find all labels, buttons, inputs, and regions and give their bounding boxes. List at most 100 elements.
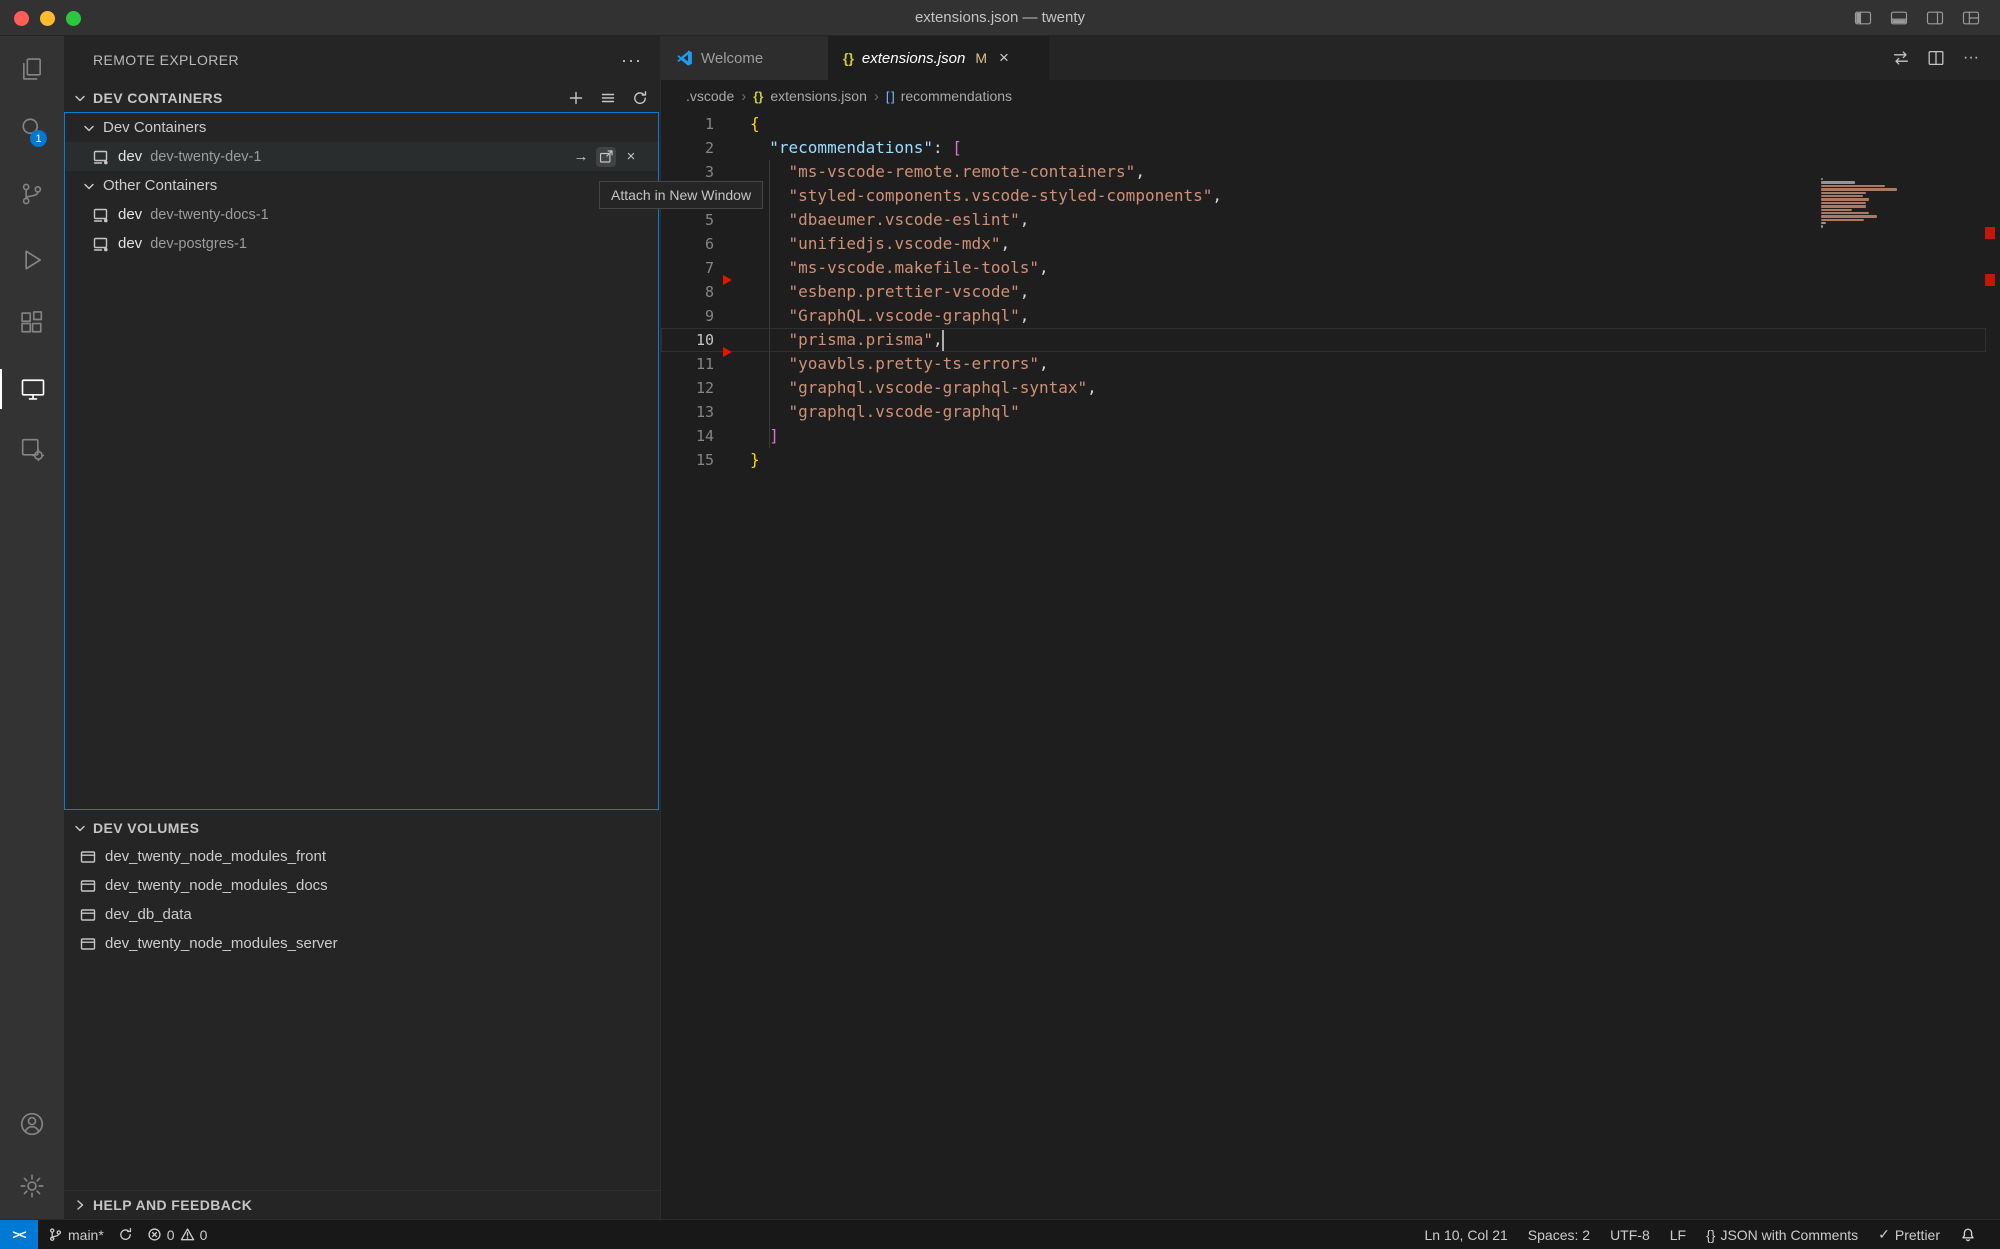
line-number[interactable]: 9: [661, 307, 714, 325]
code-line-6[interactable]: 6 "unifiedjs.vscode-mdx",: [661, 232, 2000, 256]
tab-welcome[interactable]: Welcome: [661, 36, 829, 80]
line-number[interactable]: 13: [661, 403, 714, 421]
more-actions-icon[interactable]: ···: [1960, 47, 1982, 69]
breadcrumb-folder[interactable]: .vscode: [686, 88, 734, 104]
breadcrumb-file[interactable]: extensions.json: [770, 88, 867, 104]
close-tab-icon[interactable]: ×: [999, 48, 1009, 68]
zoom-window-button[interactable]: [66, 11, 81, 26]
branch-icon: [48, 1227, 63, 1242]
code-text: "unifiedjs.vscode-mdx",: [750, 232, 1010, 256]
code-line-1[interactable]: 1{: [661, 112, 2000, 136]
remote-indicator[interactable]: ><: [0, 1220, 38, 1249]
volume-row[interactable]: dev_twenty_node_modules_front: [64, 842, 660, 871]
array-symbol-icon: [ ]: [886, 89, 894, 104]
minimize-window-button[interactable]: [40, 11, 55, 26]
text-cursor: [942, 330, 944, 351]
toggle-sidebar-left-icon[interactable]: [1852, 7, 1874, 29]
line-number[interactable]: 5: [661, 211, 714, 229]
encoding-status[interactable]: UTF-8: [1610, 1227, 1650, 1243]
code-text: }: [750, 448, 760, 472]
stop-container-icon[interactable]: ×: [621, 147, 641, 167]
close-window-button[interactable]: [14, 11, 29, 26]
split-editor-icon[interactable]: [1925, 47, 1947, 69]
container-row-dev-postgres-1[interactable]: dev dev-postgres-1: [65, 229, 658, 258]
tree-group-other-containers[interactable]: Other Containers: [65, 171, 658, 200]
line-number[interactable]: 6: [661, 235, 714, 253]
remote-explorer-sidebar: REMOTE EXPLORER ··· DEV CONTAINERS Dev C…: [64, 36, 661, 1219]
container-row-dev-twenty-dev-1[interactable]: dev dev-twenty-dev-1 → ×: [65, 142, 658, 171]
code-line-15[interactable]: 15}: [661, 448, 2000, 472]
code-line-4[interactable]: 4 "styled-components.vscode-styled-compo…: [661, 184, 2000, 208]
volume-row[interactable]: dev_twenty_node_modules_server: [64, 929, 660, 958]
attach-new-window-icon[interactable]: [596, 147, 616, 167]
open-changes-icon[interactable]: [1890, 47, 1912, 69]
warning-icon: [180, 1227, 195, 1242]
code-text: "dbaeumer.vscode-eslint",: [750, 208, 1029, 232]
source-control-icon[interactable]: [0, 174, 64, 214]
line-number[interactable]: 15: [661, 451, 714, 469]
code-line-14[interactable]: 14 ]: [661, 424, 2000, 448]
git-branch-status[interactable]: main*: [48, 1227, 104, 1243]
code-line-11[interactable]: 11 "yoavbls.pretty-ts-errors",: [661, 352, 2000, 376]
filter-list-icon[interactable]: [598, 88, 618, 108]
line-number[interactable]: 7: [661, 259, 714, 277]
container-icon: [92, 235, 110, 253]
run-debug-icon[interactable]: [0, 240, 64, 280]
cursor-position-status[interactable]: Ln 10, Col 21: [1425, 1227, 1508, 1243]
chevron-down-icon: [81, 178, 97, 194]
code-editor[interactable]: 1{2 "recommendations": [3 "ms-vscode-rem…: [661, 112, 2000, 1219]
tree-group-dev-containers[interactable]: Dev Containers: [65, 113, 658, 142]
line-number[interactable]: 12: [661, 379, 714, 397]
volume-icon: [79, 848, 97, 866]
line-number[interactable]: 1: [661, 115, 714, 133]
line-number[interactable]: 10: [661, 331, 714, 349]
refresh-icon[interactable]: [630, 88, 650, 108]
help-feedback-section-header[interactable]: HELP AND FEEDBACK: [64, 1190, 660, 1219]
line-number[interactable]: 14: [661, 427, 714, 445]
code-text: "styled-components.vscode-styled-compone…: [750, 184, 1222, 208]
code-line-2[interactable]: 2 "recommendations": [: [661, 136, 2000, 160]
attach-container-icon[interactable]: →: [571, 147, 591, 167]
code-line-12[interactable]: 12 "graphql.vscode-graphql-syntax",: [661, 376, 2000, 400]
line-number[interactable]: 3: [661, 163, 714, 181]
code-line-10[interactable]: 10 "prisma.prisma",: [661, 328, 2000, 352]
code-line-3[interactable]: 3 "ms-vscode-remote.remote-containers",: [661, 160, 2000, 184]
code-line-5[interactable]: 5 "dbaeumer.vscode-eslint",: [661, 208, 2000, 232]
json-icon: {}: [843, 50, 854, 66]
toggle-panel-icon[interactable]: [1888, 7, 1910, 29]
add-container-icon[interactable]: [566, 88, 586, 108]
remote-explorer-icon[interactable]: [0, 369, 64, 409]
customize-layout-icon[interactable]: [1960, 7, 1982, 29]
volume-row[interactable]: dev_twenty_node_modules_docs: [64, 871, 660, 900]
gutter-marker-icon: [723, 275, 732, 285]
activity-bar: 1: [0, 36, 64, 1219]
notifications-bell-icon[interactable]: [1960, 1227, 1976, 1243]
toggle-sidebar-right-icon[interactable]: [1924, 7, 1946, 29]
extensions-icon[interactable]: [0, 303, 64, 343]
code-line-13[interactable]: 13 "graphql.vscode-graphql": [661, 400, 2000, 424]
breadcrumb-symbol[interactable]: recommendations: [901, 88, 1012, 104]
formatter-status[interactable]: ✓ Prettier: [1878, 1226, 1940, 1243]
containers-icon[interactable]: [0, 429, 64, 469]
line-number[interactable]: 2: [661, 139, 714, 157]
language-mode-status[interactable]: {} JSON with Comments: [1706, 1227, 1858, 1243]
sidebar-more-actions-icon[interactable]: ···: [621, 50, 642, 71]
sync-changes-icon[interactable]: [118, 1227, 133, 1242]
eol-status[interactable]: LF: [1670, 1227, 1686, 1243]
tab-extensions-json[interactable]: {} extensions.json M ×: [829, 36, 1049, 80]
explorer-icon[interactable]: [0, 49, 64, 89]
indentation-status[interactable]: Spaces: 2: [1528, 1227, 1590, 1243]
code-line-7[interactable]: 7 "ms-vscode.makefile-tools",: [661, 256, 2000, 280]
settings-gear-icon[interactable]: [0, 1166, 64, 1206]
line-number[interactable]: 8: [661, 283, 714, 301]
code-line-9[interactable]: 9 "GraphQL.vscode-graphql",: [661, 304, 2000, 328]
volume-icon: [79, 877, 97, 895]
dev-volumes-section-header[interactable]: DEV VOLUMES: [64, 813, 660, 842]
dev-containers-section-header[interactable]: DEV CONTAINERS: [64, 83, 660, 112]
problems-status[interactable]: 0 0: [147, 1227, 208, 1243]
container-row-dev-twenty-docs-1[interactable]: dev dev-twenty-docs-1: [65, 200, 658, 229]
accounts-icon[interactable]: [0, 1104, 64, 1144]
line-number[interactable]: 11: [661, 355, 714, 373]
code-line-8[interactable]: 8 "esbenp.prettier-vscode",: [661, 280, 2000, 304]
volume-row[interactable]: dev_db_data: [64, 900, 660, 929]
